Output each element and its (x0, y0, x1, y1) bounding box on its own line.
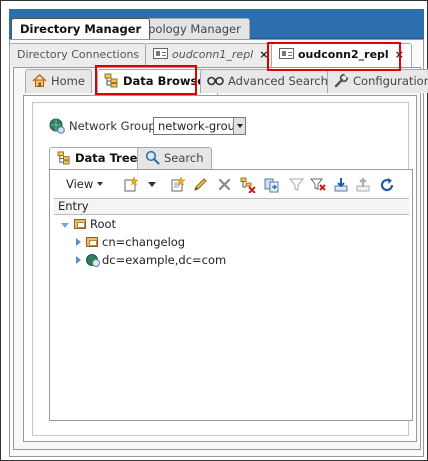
network-group-label: Network Group (49, 117, 156, 135)
id-card-icon (153, 48, 168, 59)
home-icon (32, 73, 47, 87)
tab-home[interactable]: Home (25, 69, 92, 93)
refresh-icon[interactable] (379, 176, 395, 193)
data-tree-icon (57, 151, 70, 165)
move-entry-icon[interactable] (264, 176, 280, 193)
tab-configuration[interactable]: Configuration (327, 69, 428, 93)
delete-icon[interactable] (216, 176, 232, 193)
window-frame: Directory Manager Topology Manager Direc… (0, 0, 428, 461)
tab-label: Advanced Search (228, 74, 328, 88)
view-menu-button[interactable]: View (66, 177, 103, 191)
id-card-icon (279, 48, 294, 59)
expanded-triangle-icon[interactable] (61, 223, 69, 228)
tab-advanced-search[interactable]: Advanced Search (200, 69, 335, 93)
network-group-text: Network Group (69, 119, 156, 133)
tab-label: Configuration (353, 74, 428, 88)
collapsed-triangle-icon[interactable] (76, 238, 81, 246)
tab-label: Home (51, 74, 85, 88)
edit-pencil-icon[interactable] (192, 176, 208, 193)
globe-entry-icon (86, 254, 100, 267)
tab-label: Directory Connections (17, 48, 140, 61)
tab-oudconn1-repl[interactable]: oudconn1_repl × (145, 43, 277, 67)
data-tree-icon (104, 73, 118, 88)
magnifier-icon (145, 150, 160, 165)
tab-directory-connections[interactable]: Directory Connections (9, 43, 148, 67)
tree-node-root[interactable]: Root (61, 216, 116, 233)
nav-tab-bar: Home Data Browser Advanced Search Config… (25, 69, 428, 95)
tab-search[interactable]: Search (137, 147, 212, 169)
tree-node-changelog[interactable]: cn=changelog (76, 234, 185, 251)
connection-tab-bar: Directory Connections oudconn1_repl × oud… (9, 43, 417, 69)
network-globe-icon (49, 118, 65, 134)
main-tab-bar: Directory Manager Topology Manager (9, 9, 424, 39)
close-icon[interactable]: × (259, 48, 268, 61)
clear-filter-icon[interactable] (310, 176, 326, 193)
tab-label: Data Tree (75, 151, 138, 165)
view-label: View (66, 177, 94, 191)
folder-entry-icon (86, 237, 98, 247)
tab-data-tree[interactable]: Data Tree (49, 147, 146, 169)
tab-label: Data Browser (123, 74, 211, 88)
filter-icon[interactable] (288, 176, 304, 193)
collapsed-triangle-icon[interactable] (76, 256, 81, 264)
delete-subtree-icon[interactable] (240, 176, 256, 193)
network-group-select[interactable]: network-group (153, 117, 246, 135)
chevron-down-icon[interactable] (233, 118, 245, 134)
chevron-down-icon[interactable] (144, 176, 160, 193)
tree-node-example[interactable]: dc=example,dc=com (76, 252, 226, 269)
wrench-icon (334, 73, 349, 88)
tab-oudconn2-repl[interactable]: oudconn2_repl × (271, 43, 412, 69)
export-icon[interactable] (355, 176, 371, 193)
tree-toolbar: View (54, 173, 409, 197)
tab-directory-manager[interactable]: Directory Manager (11, 18, 151, 39)
new-entry-icon[interactable] (122, 176, 138, 193)
close-icon[interactable]: × (395, 48, 404, 61)
node-label: Root (90, 217, 117, 231)
entry-column-header[interactable]: Entry (54, 198, 409, 215)
import-icon[interactable] (333, 176, 349, 193)
tab-label: oudconn1_repl (172, 48, 254, 61)
tab-label: oudconn2_repl (298, 48, 389, 61)
binoculars-icon (207, 76, 224, 86)
node-label: dc=example,dc=com (102, 253, 227, 267)
network-group-value: network-group (158, 119, 243, 133)
node-label: cn=changelog (102, 235, 186, 249)
entry-header-label: Entry (58, 199, 89, 213)
new-from-entry-icon[interactable] (169, 176, 185, 193)
tab-label: Search (164, 151, 204, 165)
folder-entry-icon (74, 219, 86, 229)
